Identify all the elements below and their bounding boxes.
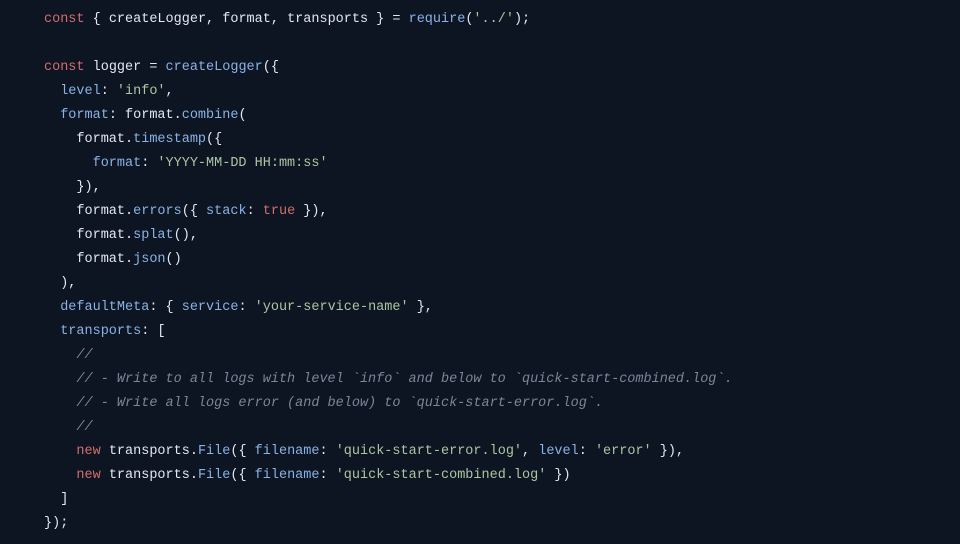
- keyword-const: const: [44, 12, 85, 27]
- line-21: ]: [44, 492, 68, 507]
- fn-errors: errors: [133, 204, 182, 219]
- keyword-const: const: [44, 60, 85, 75]
- line-13: defaultMeta: { service: 'your-service-na…: [44, 300, 433, 315]
- line-6: format.timestamp({: [44, 132, 222, 147]
- code-block: const { createLogger, format, transports…: [0, 0, 960, 544]
- comment: //: [76, 348, 92, 363]
- line-16: // - Write to all logs with level `info`…: [44, 372, 733, 387]
- line-20: new transports.File({ filename: 'quick-s…: [44, 468, 571, 483]
- line-9: format.errors({ stack: true }),: [44, 204, 328, 219]
- fn-splat: splat: [133, 228, 174, 243]
- fn-require: require: [409, 12, 466, 27]
- comment: // - Write to all logs with level `info`…: [76, 372, 732, 387]
- line-17: // - Write all logs error (and below) to…: [44, 396, 603, 411]
- line-14: transports: [: [44, 324, 166, 339]
- comment: // - Write all logs error (and below) to…: [76, 396, 603, 411]
- fn-timestamp: timestamp: [133, 132, 206, 147]
- line-10: format.splat(),: [44, 228, 198, 243]
- line-22: });: [44, 516, 68, 531]
- fn-File: File: [198, 444, 230, 459]
- fn-json: json: [133, 252, 165, 267]
- line-1: const { createLogger, format, transports…: [44, 12, 530, 27]
- keyword-new: new: [76, 468, 100, 483]
- line-19: new transports.File({ filename: 'quick-s…: [44, 444, 684, 459]
- fn-combine: combine: [182, 108, 239, 123]
- line-11: format.json(): [44, 252, 182, 267]
- fn-File: File: [198, 468, 230, 483]
- fn-createLogger: createLogger: [166, 60, 263, 75]
- keyword-new: new: [76, 444, 100, 459]
- line-7: format: 'YYYY-MM-DD HH:mm:ss': [44, 156, 328, 171]
- line-15: //: [44, 348, 93, 363]
- line-5: format: format.combine(: [44, 108, 247, 123]
- line-8: }),: [44, 180, 101, 195]
- line-3: const logger = createLogger({: [44, 60, 279, 75]
- line-4: level: 'info',: [44, 84, 174, 99]
- line-18: //: [44, 420, 93, 435]
- line-12: ),: [44, 276, 76, 291]
- comment: //: [76, 420, 92, 435]
